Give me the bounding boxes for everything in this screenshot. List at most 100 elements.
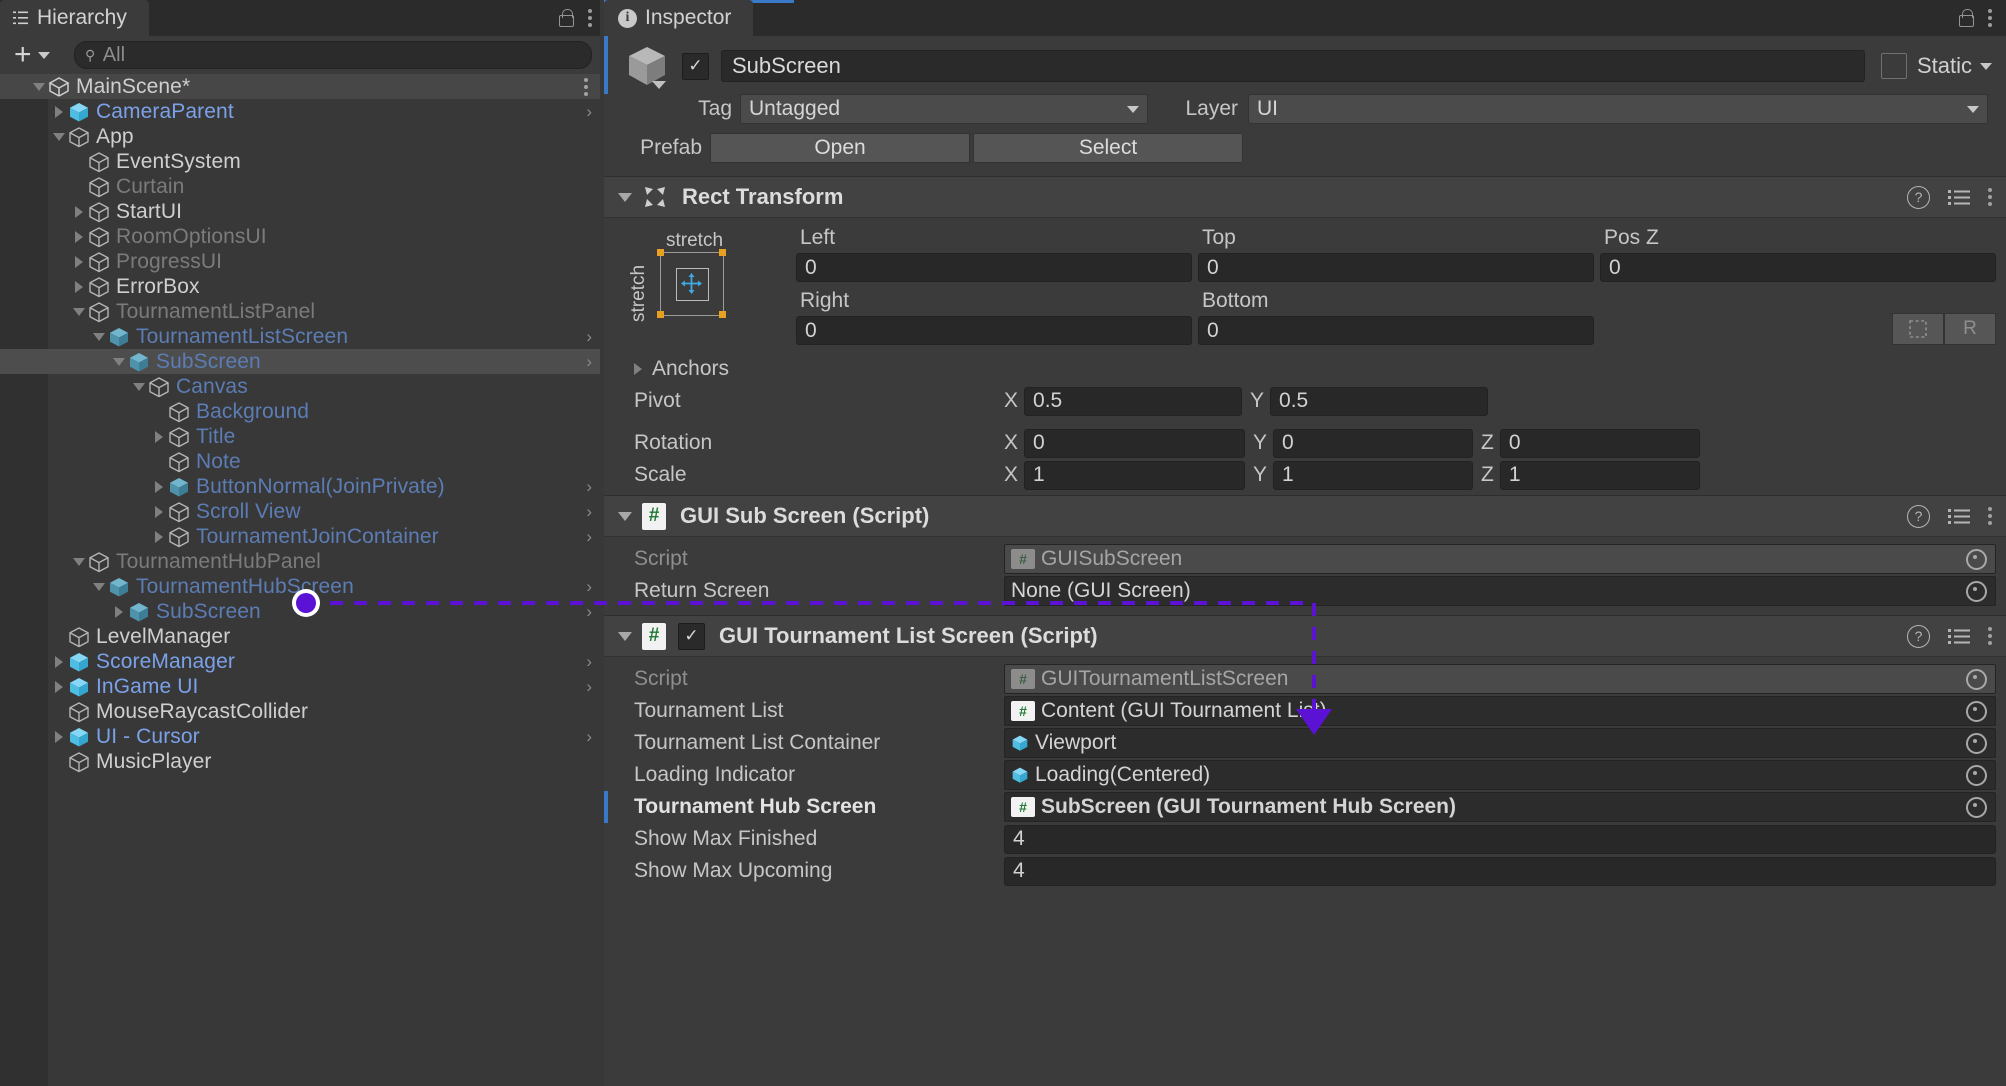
lock-icon[interactable] (558, 9, 574, 27)
chevron-down-icon[interactable] (618, 193, 632, 202)
object-field[interactable]: Loading(Centered) (1004, 760, 1996, 790)
kebab-menu-icon[interactable] (1988, 9, 1992, 27)
tab-hierarchy[interactable]: Hierarchy (0, 0, 149, 36)
hierarchy-item-curtain[interactable]: Curtain (0, 174, 600, 199)
chevron-down-icon[interactable] (50, 124, 68, 149)
chevron-right-icon[interactable] (150, 499, 168, 524)
hierarchy-item-scroll-view[interactable]: Scroll View› (0, 499, 600, 524)
help-icon[interactable]: ? (1907, 186, 1930, 209)
chevron-right-icon[interactable] (150, 474, 168, 499)
rotation-x-input[interactable]: 0 (1024, 429, 1245, 458)
object-picker-icon[interactable] (1966, 669, 1987, 690)
prefab-open-chevron-icon[interactable]: › (586, 649, 592, 674)
hierarchy-item-tournamenthubscreen[interactable]: TournamentHubScreen› (0, 574, 600, 599)
hierarchy-item-levelmanager[interactable]: LevelManager (0, 624, 600, 649)
hierarchy-item-tournamentlistscreen[interactable]: TournamentListScreen› (0, 324, 600, 349)
bottom-input[interactable]: 0 (1198, 316, 1594, 345)
object-field[interactable]: Viewport (1004, 728, 1996, 758)
chevron-right-icon[interactable] (70, 249, 88, 274)
chevron-right-icon[interactable] (150, 424, 168, 449)
scale-y-input[interactable]: 1 (1273, 461, 1473, 490)
chevron-down-icon[interactable] (652, 81, 666, 89)
hierarchy-item-canvas[interactable]: Canvas (0, 374, 600, 399)
kebab-menu-icon[interactable] (1988, 188, 1992, 206)
gameobject-name-field[interactable]: SubScreen (721, 50, 1865, 82)
hierarchy-item-scoremanager[interactable]: ScoreManager› (0, 649, 600, 674)
prefab-open-chevron-icon[interactable]: › (586, 524, 592, 549)
hierarchy-item-musicplayer[interactable]: MusicPlayer (0, 749, 600, 774)
preset-icon[interactable] (1948, 507, 1970, 525)
hierarchy-item-tournamentjoincontainer[interactable]: TournamentJoinContainer› (0, 524, 600, 549)
hierarchy-item-background[interactable]: Background (0, 399, 600, 424)
blueprint-mode-button[interactable] (1892, 313, 1944, 345)
chevron-down-icon[interactable] (618, 632, 632, 641)
static-dropdown-icon[interactable] (1980, 63, 1992, 70)
object-picker-icon[interactable] (1966, 701, 1987, 722)
hierarchy-item-subscreen[interactable]: SubScreen› (0, 349, 600, 374)
number-input[interactable]: 4 (1004, 825, 1996, 854)
prefab-open-button[interactable]: Open (710, 133, 970, 163)
hierarchy-item-errorbox[interactable]: ErrorBox (0, 274, 600, 299)
pivot-x-input[interactable]: 0.5 (1024, 387, 1242, 416)
gui-sub-screen-header[interactable]: # GUI Sub Screen (Script) ? (604, 496, 2006, 537)
kebab-menu-icon[interactable] (588, 9, 592, 27)
prefab-open-chevron-icon[interactable]: › (586, 349, 592, 374)
chevron-right-icon[interactable] (634, 363, 642, 375)
posz-input[interactable]: 0 (1600, 253, 1996, 282)
object-picker-icon[interactable] (1966, 765, 1987, 786)
object-field[interactable]: #SubScreen (GUI Tournament Hub Screen) (1004, 792, 1996, 822)
prefab-open-chevron-icon[interactable]: › (586, 574, 592, 599)
raw-edit-button[interactable]: R (1944, 313, 1996, 345)
anchor-preset-widget[interactable]: stretch stretch (626, 230, 746, 340)
chevron-down-icon[interactable] (30, 74, 48, 99)
help-icon[interactable]: ? (1907, 625, 1930, 648)
help-icon[interactable]: ? (1907, 505, 1930, 528)
hierarchy-item-subscreen[interactable]: SubScreen› (0, 599, 600, 624)
chevron-right-icon[interactable] (110, 599, 128, 624)
object-picker-icon[interactable] (1966, 581, 1987, 602)
hierarchy-item-note[interactable]: Note (0, 449, 600, 474)
layer-dropdown[interactable]: UI (1248, 94, 1988, 124)
hierarchy-item-roomoptionsui[interactable]: RoomOptionsUI (0, 224, 600, 249)
prefab-open-chevron-icon[interactable]: › (586, 324, 592, 349)
hierarchy-item-startui[interactable]: StartUI (0, 199, 600, 224)
gui-tournament-list-screen-header[interactable]: # ✓ GUI Tournament List Screen (Script) … (604, 616, 2006, 657)
chevron-down-icon[interactable] (130, 374, 148, 399)
chevron-right-icon[interactable] (70, 274, 88, 299)
static-checkbox[interactable] (1881, 53, 1907, 79)
chevron-right-icon[interactable] (150, 524, 168, 549)
prefab-open-chevron-icon[interactable]: › (586, 674, 592, 699)
preset-icon[interactable] (1948, 627, 1970, 645)
right-input[interactable]: 0 (796, 316, 1192, 345)
chevron-right-icon[interactable] (50, 724, 68, 749)
prefab-open-chevron-icon[interactable]: › (586, 599, 592, 624)
hierarchy-item-tournamentlistpanel[interactable]: TournamentListPanel (0, 299, 600, 324)
number-input[interactable]: 4 (1004, 857, 1996, 886)
hierarchy-item-mainscene[interactable]: MainScene* (0, 74, 600, 99)
chevron-down-icon[interactable] (90, 574, 108, 599)
scale-x-input[interactable]: 1 (1024, 461, 1245, 490)
prefab-open-chevron-icon[interactable]: › (586, 724, 592, 749)
tab-inspector[interactable]: i Inspector (604, 0, 753, 36)
rotation-z-input[interactable]: 0 (1500, 429, 1700, 458)
prefab-open-chevron-icon[interactable]: › (586, 499, 592, 524)
top-input[interactable]: 0 (1198, 253, 1594, 282)
hierarchy-search[interactable]: ⚲ (74, 41, 592, 69)
pivot-y-input[interactable]: 0.5 (1270, 387, 1488, 416)
tag-dropdown[interactable]: Untagged (740, 94, 1148, 124)
component-enabled-checkbox[interactable]: ✓ (678, 623, 705, 650)
hierarchy-item-tournamenthubpanel[interactable]: TournamentHubPanel (0, 549, 600, 574)
chevron-down-icon[interactable] (110, 349, 128, 374)
prefab-open-chevron-icon[interactable]: › (586, 99, 592, 124)
hierarchy-item-cameraparent[interactable]: CameraParent› (0, 99, 600, 124)
hierarchy-item-ingame-ui[interactable]: InGame UI› (0, 674, 600, 699)
gameobject-enabled-checkbox[interactable]: ✓ (682, 53, 709, 80)
hierarchy-item-progressui[interactable]: ProgressUI (0, 249, 600, 274)
rotation-y-input[interactable]: 0 (1273, 429, 1473, 458)
chevron-down-icon[interactable] (70, 549, 88, 574)
chevron-down-icon[interactable] (90, 324, 108, 349)
preset-icon[interactable] (1948, 188, 1970, 206)
chevron-right-icon[interactable] (70, 224, 88, 249)
add-gameobject-button[interactable]: + (8, 41, 56, 69)
chevron-down-icon[interactable] (618, 512, 632, 521)
